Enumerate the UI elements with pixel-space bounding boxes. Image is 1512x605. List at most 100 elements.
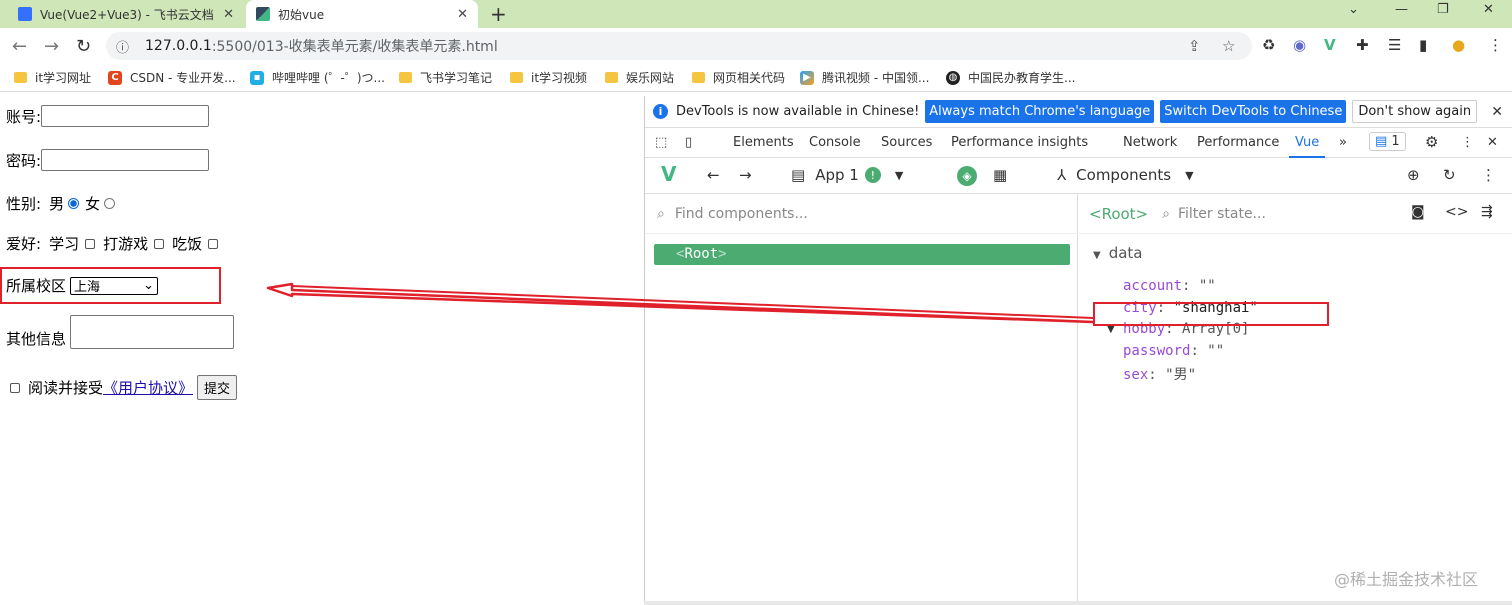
inspect-icon[interactable]: ⬚ [655, 135, 667, 150]
other-info-label: 其他信息 [6, 330, 67, 348]
share-icon[interactable]: ⇪ [1188, 37, 1201, 55]
state-prop[interactable]: sex: "男" [1123, 364, 1196, 384]
tab-search-icon[interactable]: ⌄ [1348, 2, 1359, 17]
bookmark-item[interactable]: C CSDN - 专业开发... [108, 69, 236, 86]
state-prop[interactable]: password: "" [1123, 343, 1224, 359]
tab-sources[interactable]: Sources [881, 135, 932, 150]
side-panel-icon[interactable]: ▮ [1419, 36, 1427, 54]
user-agreement-link[interactable]: 《用户协议》 [103, 377, 193, 398]
toolbar: ← → ↻ ⓘ 127.0.0.1 :5500/013-收集表单元素/收集表单元… [0, 28, 1512, 64]
kebab-menu-icon[interactable]: ⋮ [1461, 135, 1474, 150]
tab-vue[interactable]: Vue [1288, 135, 1326, 158]
password-input[interactable] [41, 149, 210, 171]
more-tabs-icon[interactable]: » [1339, 135, 1347, 150]
eye-icon[interactable]: ◙ [1411, 204, 1425, 220]
submit-button[interactable]: 提交 [197, 375, 238, 400]
bookmark-folder[interactable]: it学习视频 [510, 69, 587, 86]
globe-icon: ◍ [946, 70, 960, 85]
more-icon[interactable]: ⋮ [1481, 166, 1496, 184]
tab-elements[interactable]: Elements [733, 135, 794, 150]
female-radio[interactable] [104, 198, 116, 209]
profile-avatar[interactable]: ● [1452, 36, 1465, 54]
tab-console[interactable]: Console [809, 135, 861, 150]
close-window-button[interactable]: ✕ [1483, 2, 1494, 17]
browser-tab-active[interactable]: 初始vue ✕ [246, 0, 478, 28]
bookmark-folder[interactable]: 网页相关代码 [692, 69, 785, 86]
folder-icon [510, 72, 523, 83]
bookmark-folder[interactable]: 娱乐网站 [605, 69, 674, 86]
close-infobar-icon[interactable]: ✕ [1491, 104, 1503, 120]
close-devtools-icon[interactable]: ✕ [1487, 135, 1498, 150]
back-arrow-icon[interactable]: ← [707, 166, 720, 184]
url-path: :5500/013-收集表单元素/收集表单元素.html [211, 39, 498, 55]
bookmark-star-icon[interactable]: ☆ [1222, 37, 1235, 55]
close-tab-icon[interactable]: ✕ [457, 7, 468, 22]
prop-colon: : [1182, 278, 1199, 294]
root-tree-node[interactable]: <Root> [654, 244, 1070, 265]
forward-icon[interactable]: → [44, 36, 59, 57]
collapse-icon[interactable]: ⇶ [1481, 204, 1493, 220]
back-icon[interactable]: ← [12, 36, 27, 57]
hobby-study-checkbox[interactable] [85, 238, 96, 249]
bilibili-icon: ▪ [250, 70, 264, 85]
data-section-label: data [1108, 244, 1143, 262]
tab-network[interactable]: Network [1123, 135, 1177, 150]
hobby-study-label: 学习 [49, 235, 80, 253]
agree-checkbox[interactable] [10, 382, 20, 393]
extension-recycle-icon[interactable]: ♻ [1262, 36, 1275, 54]
tab-performance[interactable]: Performance [1197, 135, 1279, 150]
agree-row: 阅读并接受 《用户协议》 提交 [6, 375, 238, 400]
find-components-input[interactable]: ⌕ Find components... [645, 194, 1078, 234]
app-selector[interactable]: ▤ App 1 ! ▼ [791, 166, 903, 184]
close-tab-icon[interactable]: ✕ [223, 7, 234, 22]
settings-gear-icon[interactable]: ⚙ [1425, 133, 1438, 151]
other-info-textarea[interactable] [70, 315, 235, 349]
data-section-toggle[interactable]: ▼ data [1093, 244, 1143, 262]
account-input[interactable] [41, 105, 210, 127]
campus-highlight-box [0, 267, 221, 304]
vue-devtools-extension-icon[interactable]: V [1324, 36, 1336, 54]
bookmark-item[interactable]: ◍ 中国民办教育学生... [946, 69, 1075, 86]
dont-show-button[interactable]: Don't show again [1352, 100, 1478, 123]
code-icon[interactable]: <> [1445, 204, 1468, 220]
new-tab-button[interactable]: + [490, 2, 507, 26]
components-inspector-icon[interactable]: ◈ [957, 166, 977, 186]
bookmark-label: it学习网址 [35, 71, 92, 85]
minimize-button[interactable]: — [1395, 2, 1408, 17]
male-label: 男 [49, 195, 65, 213]
extension-circle-icon[interactable]: ◉ [1293, 36, 1306, 54]
forward-arrow-icon[interactable]: → [739, 166, 752, 184]
site-info-icon[interactable]: ⓘ [116, 37, 129, 56]
other-row: 其他信息 [6, 315, 235, 349]
hobby-eat-checkbox[interactable] [208, 238, 219, 249]
issues-badge[interactable]: ▤ 1 [1369, 132, 1406, 151]
chevron-down-icon: ▼ [1185, 168, 1194, 182]
refresh-icon[interactable]: ↻ [1443, 166, 1456, 184]
address-bar[interactable]: ⓘ 127.0.0.1 :5500/013-收集表单元素/收集表单元素.html… [106, 32, 1252, 60]
reload-icon[interactable]: ↻ [76, 36, 91, 57]
target-icon[interactable]: ⊕ [1407, 166, 1420, 184]
filter-state-input[interactable]: Filter state... [1178, 206, 1266, 222]
bookmark-item[interactable]: ▶ 腾讯视频 - 中国领... [800, 69, 929, 86]
extensions-puzzle-icon[interactable]: ✚ [1356, 36, 1369, 54]
bookmark-folder[interactable]: it学习网址 [14, 69, 91, 86]
tab-performance-insights[interactable]: Performance insights [951, 135, 1088, 150]
sex-label: 性别: [6, 195, 42, 213]
switch-chinese-button[interactable]: Switch DevTools to Chinese [1160, 100, 1347, 123]
bookmark-item[interactable]: ▪ 哔哩哔哩 (゜-゜)つ... [250, 69, 385, 86]
bookmark-folder[interactable]: 飞书学习笔记 [399, 69, 492, 86]
browser-tab[interactable]: Vue(Vue2+Vue3) - 飞书云文档 ✕ [8, 0, 244, 28]
reading-list-icon[interactable]: ☰ [1388, 36, 1401, 54]
maximize-button[interactable]: ❐ [1437, 2, 1449, 17]
device-toggle-icon[interactable]: ▯ [685, 135, 692, 150]
menu-icon[interactable]: ⋮ [1488, 36, 1503, 54]
match-language-button[interactable]: Always match Chrome's language [925, 100, 1155, 123]
hobby-row: 爱好: 学习 打游戏 吃饭 [6, 233, 226, 254]
components-selector[interactable]: ⅄ Components ▼ [1057, 166, 1194, 184]
hobby-game-checkbox[interactable] [154, 238, 165, 249]
find-components-placeholder: Find components... [674, 205, 808, 222]
state-prop[interactable]: account: "" [1123, 278, 1216, 294]
timeline-icon[interactable]: ▦ [993, 166, 1007, 184]
male-radio[interactable] [68, 198, 80, 209]
selected-component-label: <Root> [1089, 204, 1149, 223]
